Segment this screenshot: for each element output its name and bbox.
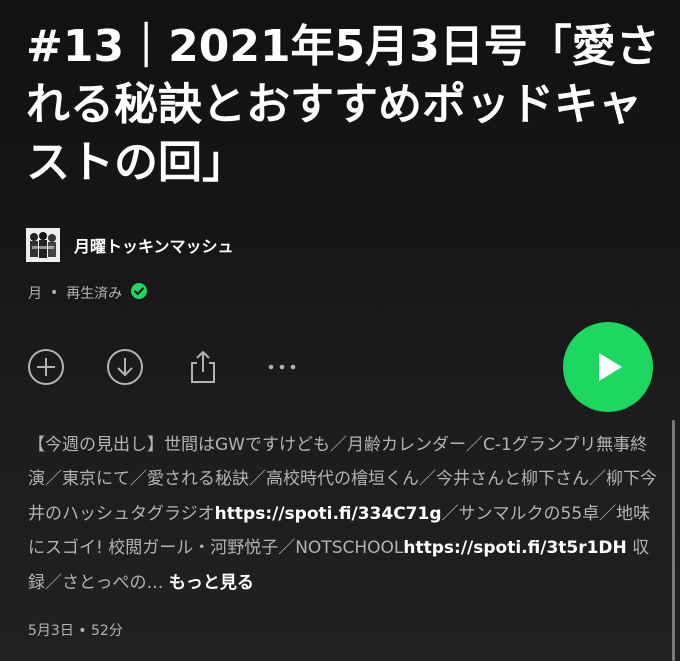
episode-description: 【今週の見出し】世間はGWですけども／月齢カレンダー／C-1グランプリ無事終演／… [28,428,658,600]
show-name[interactable]: 月曜トッキンマッシュ [74,233,234,257]
footer-separator: • [78,623,87,639]
episode-meta: 月 • 再生済み [28,282,148,304]
share-icon[interactable] [184,348,222,386]
meta-separator: • [50,285,59,301]
plus-circle-icon[interactable] [27,348,65,386]
played-status: 再生済み [66,286,123,302]
download-circle-icon[interactable] [106,348,144,386]
episode-title: #13｜2021年5月3日号「愛される秘訣とおすすめポッドキャストの回」 [26,21,660,188]
more-dots-icon[interactable] [263,348,301,386]
show-link[interactable]: 月曜トッキンマッシュ [26,226,234,264]
description-link[interactable]: https://spoti.fi/334C71g [215,504,442,524]
release-date: 5月3日 [28,623,74,639]
play-button[interactable] [563,322,653,412]
scrollbar[interactable] [672,420,675,661]
check-circle-icon [130,282,148,304]
see-more-button[interactable]: もっと見る [169,573,254,593]
episode-duration: 52分 [91,623,123,639]
description-link[interactable]: https://spoti.fi/3t5r1DH [403,538,626,558]
release-day: 月 [28,286,42,302]
episode-footer: 5月3日 • 52分 [28,620,123,640]
play-icon [599,353,622,381]
show-artwork[interactable] [26,228,60,262]
